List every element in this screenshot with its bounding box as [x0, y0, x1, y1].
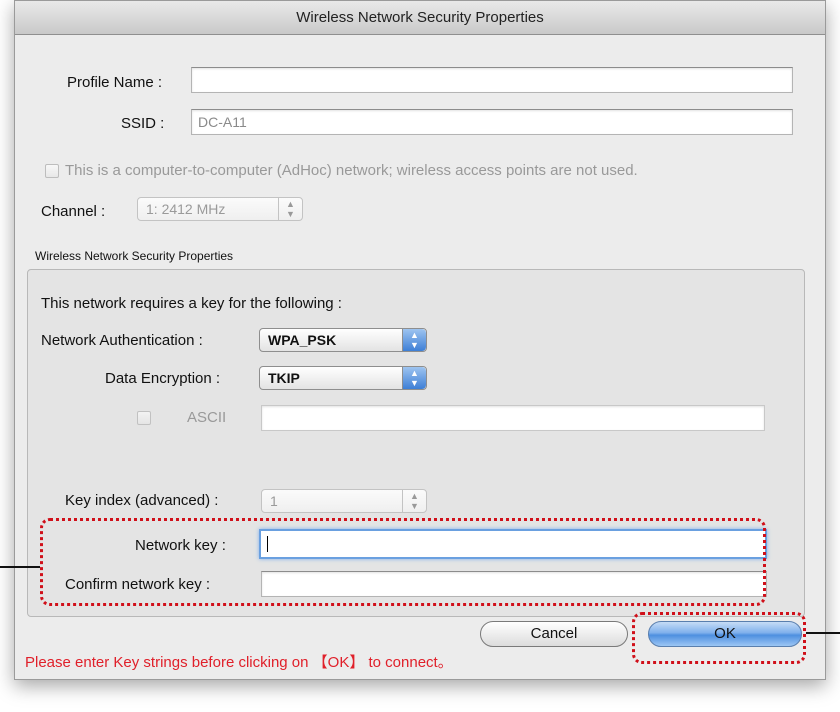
- security-heading: This network requires a key for the foll…: [41, 295, 342, 312]
- ascii-checkbox[interactable]: [137, 411, 151, 425]
- channel-select[interactable]: 1: 2412 MHz ▲ ▼: [137, 197, 303, 221]
- profile-name-label: Profile Name :: [67, 74, 163, 91]
- stepper-arrows-icon: ▲ ▼: [278, 198, 302, 220]
- ssid-label: SSID :: [121, 115, 165, 132]
- encryption-label: Data Encryption :: [105, 370, 221, 387]
- profile-name-input[interactable]: [191, 67, 793, 93]
- adhoc-checkbox[interactable]: [45, 164, 59, 178]
- ascii-key-input[interactable]: [261, 405, 765, 431]
- auth-select[interactable]: WPA_PSK ▲ ▼: [259, 328, 427, 352]
- key-index-select[interactable]: 1 ▲ ▼: [261, 489, 427, 513]
- key-index-value: 1: [270, 493, 278, 509]
- ok-button-highlight: [632, 612, 806, 664]
- auth-value: WPA_PSK: [268, 332, 337, 348]
- select-arrows-icon: ▲ ▼: [402, 367, 426, 389]
- callout-line-left: [0, 566, 40, 568]
- auth-label: Network Authentication :: [41, 332, 203, 349]
- security-group-title: Wireless Network Security Properties: [35, 249, 234, 263]
- dialog-title: Wireless Network Security Properties: [15, 1, 825, 35]
- hint-text: Please enter Key strings before clicking…: [25, 654, 453, 671]
- key-index-label: Key index (advanced) :: [65, 492, 219, 509]
- select-arrows-icon: ▲ ▼: [402, 329, 426, 351]
- channel-label: Channel :: [41, 203, 106, 220]
- key-fields-highlight: [40, 518, 766, 606]
- adhoc-label: This is a computer-to-computer (AdHoc) n…: [65, 162, 638, 179]
- ascii-label: ASCII: [187, 409, 227, 426]
- channel-value: 1: 2412 MHz: [146, 201, 226, 217]
- encryption-value: TKIP: [268, 370, 300, 386]
- encryption-select[interactable]: TKIP ▲ ▼: [259, 366, 427, 390]
- callout-line-right: [806, 632, 840, 634]
- cancel-button[interactable]: Cancel: [480, 621, 628, 647]
- ssid-input[interactable]: DC-A11: [191, 109, 793, 135]
- stepper-arrows-icon: ▲ ▼: [402, 490, 426, 512]
